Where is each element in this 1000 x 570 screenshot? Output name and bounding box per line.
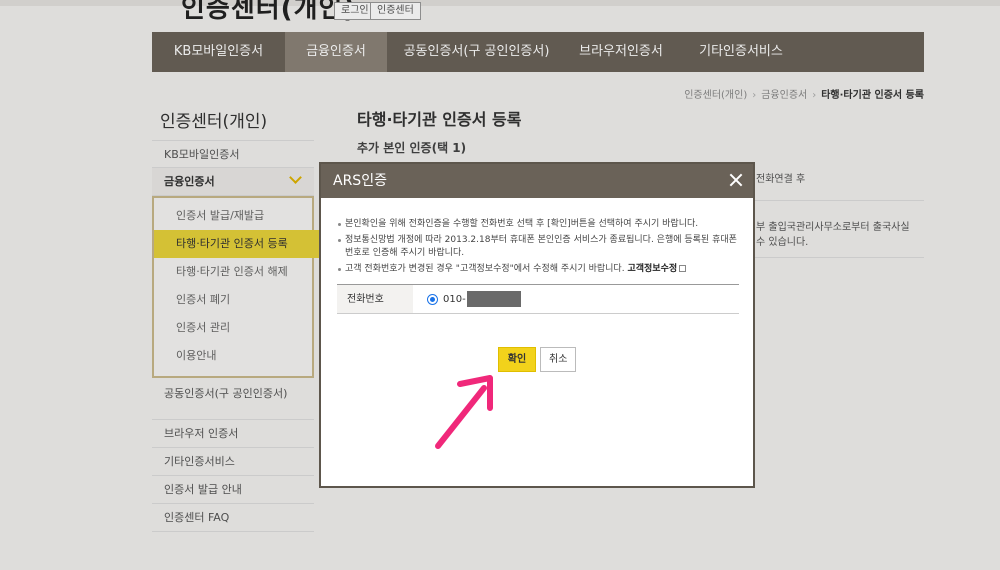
confirm-button[interactable]: 확인	[498, 347, 536, 372]
customer-info-edit-link[interactable]: 고객정보수정	[627, 264, 677, 274]
dialog-title: ARS인증	[333, 173, 387, 189]
cancel-button[interactable]: 취소	[540, 347, 577, 372]
pointer-arrow-icon	[435, 375, 493, 449]
dialog-body: 본인확인을 위해 전화인증을 수행할 전화번호 선택 후 [확인]버튼을 선택하…	[321, 198, 753, 314]
notice-list: 본인확인을 위해 전화인증을 수행할 전화번호 선택 후 [확인]버튼을 선택하…	[337, 218, 737, 276]
phone-radio-button[interactable]	[427, 293, 438, 305]
dialog-buttons: 확인 취소	[498, 347, 577, 372]
notice-item: 본인확인을 위해 전화인증을 수행할 전화번호 선택 후 [확인]버튼을 선택하…	[337, 218, 737, 231]
dialog-header: ARS인증	[321, 164, 753, 198]
notice-text: 고객 전화번호가 변경된 경우 "고객정보수정"에서 수정해 주시기 바랍니다.	[345, 264, 625, 274]
phone-table: 전화번호 010-	[337, 284, 739, 314]
masked-phone-number	[466, 291, 521, 307]
ars-auth-dialog: ARS인증 본인확인을 위해 전화인증을 수행할 전화번호 선택 후 [확인]버…	[319, 162, 755, 488]
phone-option[interactable]: 010-	[413, 285, 739, 313]
external-link-icon	[679, 265, 687, 272]
phone-prefix: 010-	[443, 293, 466, 305]
phone-label: 전화번호	[337, 285, 413, 313]
notice-item: 정보통신망법 개정에 따라 2013.2.18부터 휴대폰 본인인증 서비스가 …	[337, 234, 737, 260]
close-icon[interactable]	[729, 173, 743, 187]
notice-item: 고객 전화번호가 변경된 경우 "고객정보수정"에서 수정해 주시기 바랍니다.…	[337, 263, 737, 276]
